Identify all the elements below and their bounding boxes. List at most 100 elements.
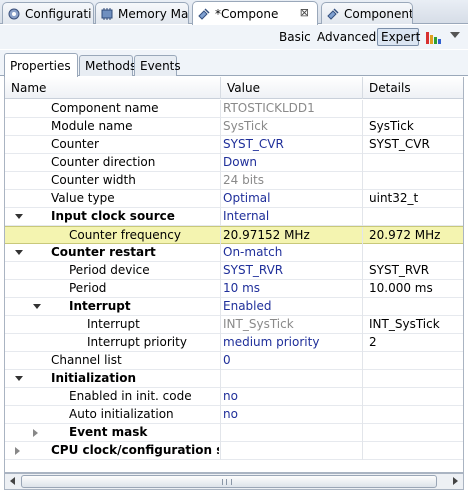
- editor-tab-component[interactable]: Component: [321, 2, 413, 24]
- scroll-right-icon[interactable]: [447, 474, 463, 489]
- property-value[interactable]: [223, 442, 361, 460]
- table-row[interactable]: Event mask: [5, 424, 463, 442]
- expand-right-icon[interactable]: [15, 447, 20, 455]
- property-value[interactable]: SYST_CVR: [223, 136, 361, 154]
- property-value[interactable]: 20.97152 MHz: [223, 227, 361, 245]
- column-divider: [220, 406, 221, 424]
- column-divider: [220, 227, 221, 245]
- table-row[interactable]: Auto initialization no: [5, 406, 463, 424]
- property-value[interactable]: Internal: [223, 208, 361, 226]
- basic-button[interactable]: Basic: [276, 28, 314, 46]
- column-divider: [220, 424, 221, 442]
- property-name: Interrupt: [87, 317, 140, 331]
- editor-tab-configuration[interactable]: Configurati: [2, 2, 94, 24]
- property-value[interactable]: 0: [223, 352, 361, 370]
- table-row[interactable]: Interrupt priority medium priority 2: [5, 334, 463, 352]
- property-value[interactable]: SYST_RVR: [223, 262, 361, 280]
- property-value[interactable]: RTOSTICKLDD1: [223, 100, 361, 118]
- tab-methods[interactable]: Methods: [79, 55, 136, 76]
- table-row[interactable]: Counter frequency 20.97152 MHz 20.972 MHz: [5, 226, 463, 245]
- table-row[interactable]: Enabled in init. code no: [5, 388, 463, 406]
- property-value[interactable]: On-match: [223, 244, 361, 262]
- view-menu-icon[interactable]: [450, 32, 460, 38]
- table-row[interactable]: Interrupt INT_SysTick INT_SysTick: [5, 316, 463, 334]
- expand-down-icon[interactable]: [15, 376, 23, 381]
- table-row[interactable]: Channel list 0: [5, 352, 463, 370]
- property-value[interactable]: Enabled: [223, 298, 361, 316]
- property-details: uint32_t: [369, 191, 419, 205]
- editor-tab-memory-map[interactable]: Memory Ma: [95, 2, 189, 24]
- table-row[interactable]: Counter restart On-match: [5, 244, 463, 262]
- gear-icon: [7, 7, 21, 21]
- property-value[interactable]: [223, 370, 361, 388]
- property-name: Enabled in init. code: [69, 389, 192, 403]
- column-divider: [220, 208, 221, 226]
- column-header-name[interactable]: Name: [5, 77, 221, 99]
- column-divider: [220, 136, 221, 154]
- column-divider: [362, 136, 363, 154]
- bar-chart-icon[interactable]: [425, 29, 443, 45]
- table-row[interactable]: CPU clock/configuration selec: [5, 442, 463, 460]
- tab-events[interactable]: Events: [134, 55, 181, 76]
- column-divider: [362, 388, 363, 406]
- property-details: 2: [369, 335, 377, 349]
- table-row[interactable]: Value type Optimal uint32_t: [5, 190, 463, 208]
- grip-icon: [222, 479, 232, 485]
- table-row[interactable]: Counter width 24 bits: [5, 172, 463, 190]
- expand-down-icon[interactable]: [15, 214, 23, 219]
- table-row[interactable]: Module name SysTick SysTick: [5, 118, 463, 136]
- property-value[interactable]: no: [223, 388, 361, 406]
- column-divider: [220, 100, 221, 118]
- table-row[interactable]: Period device SYST_RVR SYST_RVR: [5, 262, 463, 280]
- property-value[interactable]: SysTick: [223, 118, 361, 136]
- editor-tab-component-active[interactable]: *Compone ⊠: [192, 1, 318, 25]
- property-name: CPU clock/configuration selec: [51, 443, 219, 457]
- editor-tab-label: *Compone: [215, 6, 279, 21]
- table-row[interactable]: Counter SYST_CVR SYST_CVR: [5, 136, 463, 154]
- scroll-left-icon[interactable]: [5, 474, 21, 489]
- close-icon[interactable]: ⊠: [300, 6, 309, 19]
- horizontal-scrollbar[interactable]: [4, 473, 464, 490]
- column-divider: [220, 370, 221, 388]
- property-name: Auto initialization: [69, 407, 174, 421]
- property-value[interactable]: 10 ms: [223, 280, 361, 298]
- expand-down-icon[interactable]: [15, 250, 23, 255]
- advanced-button[interactable]: Advanced: [314, 28, 379, 46]
- column-header-details[interactable]: Details: [363, 77, 463, 99]
- property-details: [369, 154, 463, 172]
- property-name: Component name: [51, 101, 159, 115]
- property-value[interactable]: medium priority: [223, 334, 361, 352]
- column-divider: [362, 406, 363, 424]
- editor-tab-label: Component: [344, 6, 413, 21]
- column-divider: [362, 172, 363, 190]
- property-name: Counter width: [51, 173, 136, 187]
- property-value[interactable]: [223, 424, 361, 442]
- property-details: [369, 388, 463, 406]
- table-row[interactable]: Period 10 ms 10.000 ms: [5, 280, 463, 298]
- column-divider: [362, 370, 363, 388]
- table-row[interactable]: Counter direction Down: [5, 154, 463, 172]
- property-value[interactable]: 24 bits: [223, 172, 361, 190]
- expert-button[interactable]: Expert: [377, 28, 420, 46]
- tab-properties[interactable]: Properties: [4, 53, 78, 77]
- column-divider: [362, 298, 363, 316]
- property-value[interactable]: Down: [223, 154, 361, 172]
- column-header-value[interactable]: Value: [221, 77, 363, 99]
- property-value[interactable]: no: [223, 406, 361, 424]
- column-divider: [220, 190, 221, 208]
- table-row[interactable]: Interrupt Enabled: [5, 298, 463, 316]
- table-row[interactable]: Component name RTOSTICKLDD1: [5, 100, 463, 118]
- column-divider: [362, 208, 363, 226]
- property-details: [369, 352, 463, 370]
- property-value[interactable]: Optimal: [223, 190, 361, 208]
- property-name: Period device: [69, 263, 150, 277]
- column-divider: [220, 334, 221, 352]
- property-value[interactable]: INT_SysTick: [223, 316, 361, 334]
- expand-down-icon[interactable]: [33, 304, 41, 309]
- table-row[interactable]: Input clock source Internal: [5, 208, 463, 226]
- scroll-thumb[interactable]: [21, 475, 437, 488]
- property-details: 20.972 MHz: [369, 228, 441, 242]
- component-icon: [326, 7, 340, 21]
- expand-right-icon[interactable]: [33, 429, 38, 437]
- table-row[interactable]: Initialization: [5, 370, 463, 388]
